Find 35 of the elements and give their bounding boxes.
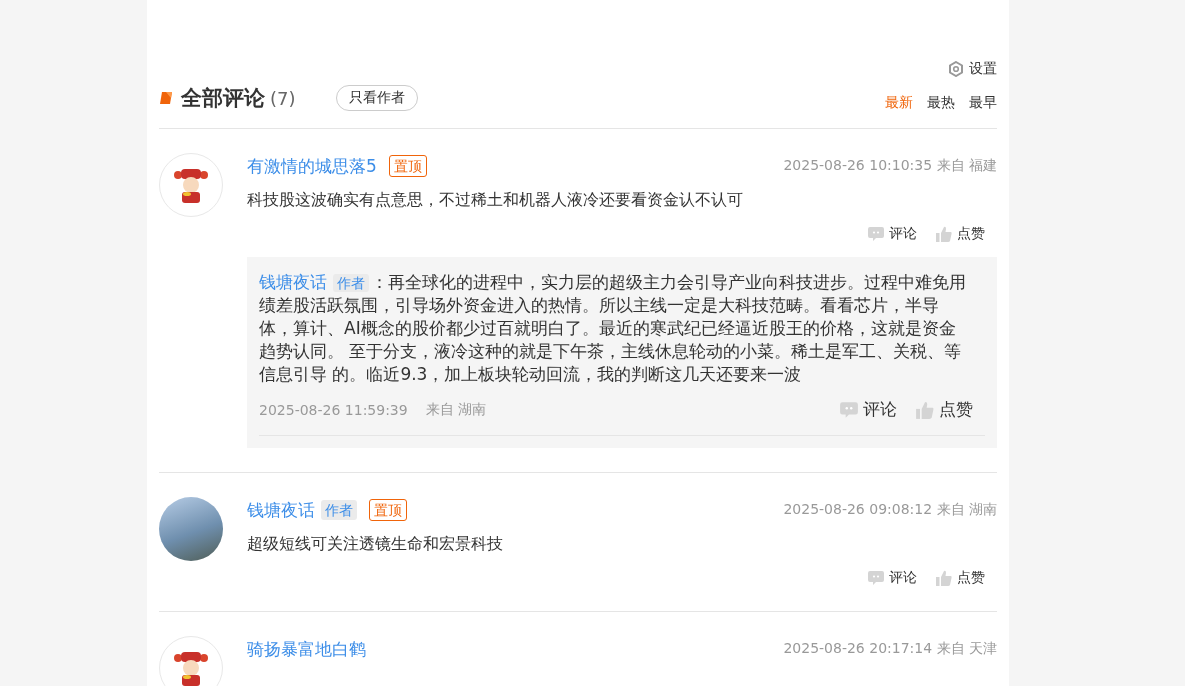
action-link[interactable]: 评论 bbox=[839, 398, 897, 421]
thumbs-up-icon bbox=[935, 569, 953, 587]
settings-link[interactable]: 设置 bbox=[948, 60, 997, 78]
action-link[interactable]: 评论 bbox=[867, 225, 917, 243]
pinned-tag: 置顶 bbox=[369, 499, 407, 521]
sort-tab[interactable]: 最早 bbox=[969, 94, 997, 112]
sort-tab[interactable]: 最热 bbox=[927, 94, 955, 112]
location: 来自 湖南 bbox=[425, 400, 487, 419]
action-link[interactable]: 点赞 bbox=[935, 225, 985, 243]
section-title: 全部评论 bbox=[181, 85, 265, 112]
username-link[interactable]: 钱塘夜话 bbox=[247, 498, 315, 522]
author-only-button[interactable]: 只看作者 bbox=[335, 85, 418, 111]
action-link[interactable]: 点赞 bbox=[935, 569, 985, 587]
thumbs-up-icon bbox=[915, 399, 935, 420]
timestamp: 2025-08-26 09:08:12 来自 湖南 bbox=[783, 501, 997, 519]
comment-count: (7) bbox=[270, 87, 296, 109]
speech-bubble-icon bbox=[867, 569, 885, 587]
comment-text: 科技股这波确实有点意思，不过稀土和机器人液冷还要看资金认不认可 bbox=[247, 190, 744, 211]
settings-icon bbox=[948, 61, 964, 77]
pinned-tag: 置顶 bbox=[388, 155, 427, 177]
author-tag: 作者 bbox=[321, 500, 357, 520]
reply-text: 钱塘夜话 作者 ：再全球化的进程中，实力层的超级主力会引导产业向科技进步。过程中难免用绩差股活跃氛围，引导场外资金进入的热情。所以主线一定是大科技范畴。看看芯片，半导体，算计、AI概念的股价都少过百就明白了。最近的寒武纪已经逼近股王的价格，这就是资金趋势认同。 至于分支，液冷这种的就是下午茶，主线休息轮动的小菜。稀土是军工、关税、等信息引导 的。临近9.3，加上板块轮动回流，我的判断这几天还要来一波 bbox=[259, 271, 967, 386]
section-marker-icon bbox=[159, 91, 173, 105]
author-tag: 作者 bbox=[333, 274, 369, 292]
action-link[interactable]: 评论 bbox=[867, 569, 917, 587]
thumbs-up-icon bbox=[935, 225, 953, 243]
speech-bubble-icon bbox=[839, 399, 859, 420]
speech-bubble-icon bbox=[867, 225, 885, 243]
username-link[interactable]: 有激情的城思落5 bbox=[247, 154, 377, 178]
timestamp: 2025-08-26 10:10:35 来自 福建 bbox=[783, 157, 997, 175]
comment-text: 超级短线可关注透镜生命和宏景科技 bbox=[247, 534, 504, 555]
avatar-icon[interactable] bbox=[159, 636, 223, 686]
timestamp: 2025-08-26 20:17:14 来自 天津 bbox=[783, 640, 997, 658]
timestamp: 2025-08-26 11:59:39 bbox=[259, 401, 408, 418]
action-link[interactable]: 点赞 bbox=[915, 398, 973, 421]
